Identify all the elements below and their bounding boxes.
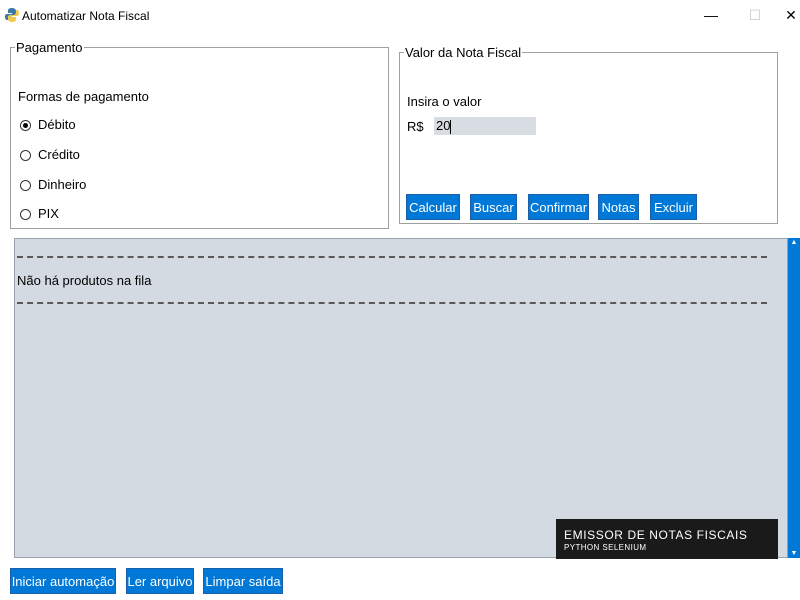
radio-unselected-icon [20, 150, 31, 161]
brand-title: EMISSOR DE NOTAS FISCAIS [564, 528, 748, 542]
window-title: Automatizar Nota Fiscal [22, 9, 150, 23]
radio-label-pix: PIX [38, 206, 59, 221]
radio-credito[interactable]: Crédito [20, 147, 220, 165]
radio-label-debito: Débito [38, 117, 76, 132]
title-bar: Automatizar Nota Fiscal — ☐ ✕ [0, 0, 800, 32]
limpar-saida-button[interactable]: Limpar saída [203, 568, 283, 594]
close-icon[interactable]: ✕ [782, 4, 800, 26]
confirmar-button[interactable]: Confirmar [528, 194, 589, 220]
scroll-up-icon[interactable]: ▲ [788, 238, 800, 247]
invoice-prompt: Insira o valor [407, 94, 482, 109]
notas-button[interactable]: Notas [598, 194, 639, 220]
invoice-legend: Valor da Nota Fiscal [405, 45, 522, 60]
payment-legend: Pagamento [16, 40, 83, 55]
brand-banner: EMISSOR DE NOTAS FISCAIS PYTHON SELENIUM [556, 519, 778, 559]
buscar-button[interactable]: Buscar [470, 194, 517, 220]
iniciar-automacao-button[interactable]: Iniciar automação [10, 568, 116, 594]
payment-heading: Formas de pagamento [18, 89, 149, 104]
output-message: Não há produtos na fila [17, 273, 152, 288]
radio-debito[interactable]: Débito [20, 117, 220, 135]
radio-selected-icon [20, 120, 31, 131]
radio-label-dinheiro: Dinheiro [38, 177, 87, 192]
radio-dinheiro[interactable]: Dinheiro [20, 177, 220, 195]
python-logo-icon [5, 8, 19, 22]
radio-pix[interactable]: PIX [20, 206, 220, 224]
excluir-button[interactable]: Excluir [650, 194, 697, 220]
scroll-down-icon[interactable]: ▼ [788, 549, 800, 558]
scrollbar-thumb[interactable] [788, 247, 800, 549]
dashed-separator [17, 302, 767, 304]
minimize-icon[interactable]: — [696, 4, 726, 26]
brand-subtitle: PYTHON SELENIUM [564, 543, 647, 552]
radio-unselected-icon [20, 180, 31, 191]
calcular-button[interactable]: Calcular [406, 194, 460, 220]
maximize-icon[interactable]: ☐ [740, 4, 770, 26]
dashed-separator [17, 256, 767, 258]
output-scrollbar[interactable]: ▲ ▼ [788, 238, 800, 558]
radio-label-credito: Crédito [38, 147, 80, 162]
currency-label: R$ [407, 119, 424, 134]
value-input[interactable]: 20 [434, 117, 536, 135]
text-caret [450, 119, 452, 134]
ler-arquivo-button[interactable]: Ler arquivo [126, 568, 194, 594]
value-input-text: 20 [436, 118, 451, 133]
output-area[interactable]: Não há produtos na fila [14, 238, 788, 558]
radio-unselected-icon [20, 209, 31, 220]
